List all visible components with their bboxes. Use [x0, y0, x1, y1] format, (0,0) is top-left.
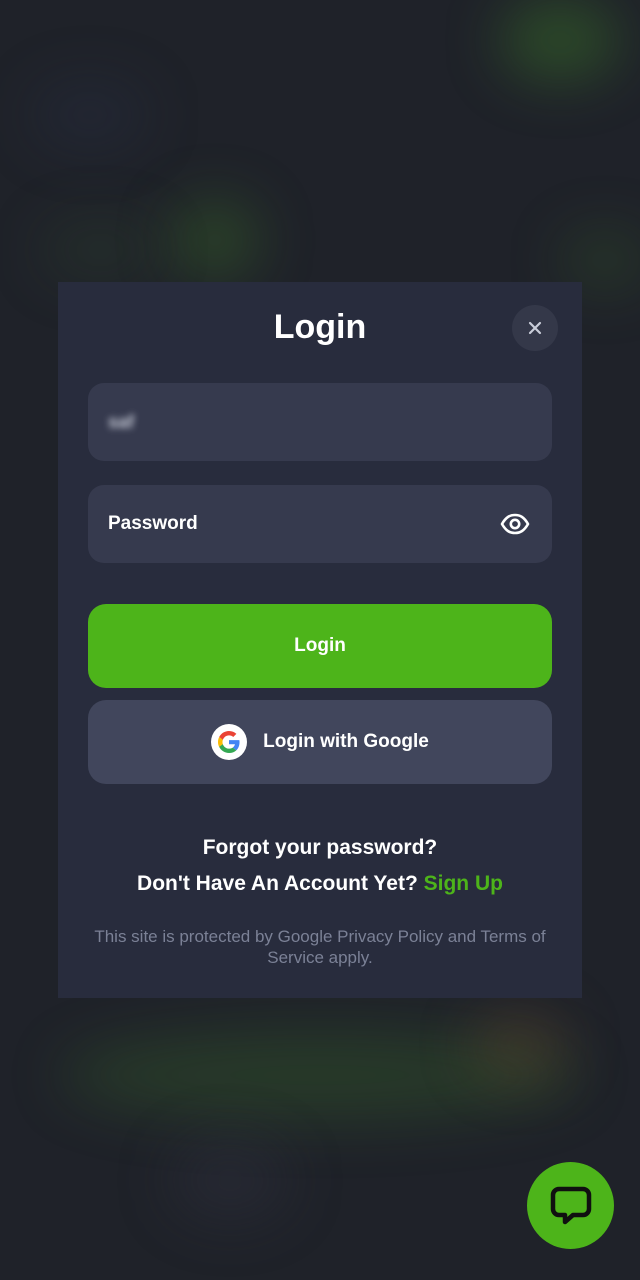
login-with-google-button[interactable]: Login with Google: [88, 700, 552, 784]
forgot-password-link[interactable]: Forgot your password?: [203, 836, 438, 859]
username-value: saf: [108, 411, 135, 432]
forgot-password-row: Forgot your password?: [0, 836, 640, 860]
username-field[interactable]: saf: [88, 383, 552, 461]
login-button[interactable]: Login: [88, 604, 552, 688]
no-account-text: Don't Have An Account Yet?: [137, 872, 418, 895]
google-button-label: Login with Google: [263, 731, 429, 752]
close-button[interactable]: [512, 305, 558, 351]
close-icon: [528, 321, 542, 335]
live-chat-button[interactable]: [527, 1162, 614, 1249]
signup-row: Don't Have An Account Yet? Sign Up: [0, 872, 640, 896]
google-icon: [211, 724, 248, 760]
sign-up-link[interactable]: Sign Up: [424, 872, 503, 895]
show-password-button[interactable]: [500, 510, 530, 538]
chat-bubble-icon: [550, 1186, 591, 1224]
password-field[interactable]: [88, 485, 552, 563]
recaptcha-notice: This site is protected by Google Privacy…: [94, 927, 546, 967]
password-input[interactable]: [108, 513, 532, 535]
eye-icon: [500, 513, 530, 535]
